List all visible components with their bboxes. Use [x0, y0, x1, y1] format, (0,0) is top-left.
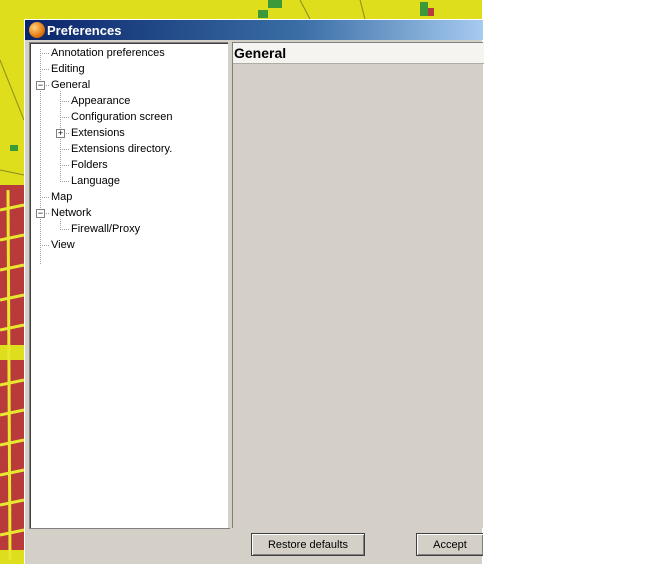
minus-box-icon[interactable]: −	[36, 209, 45, 218]
tree-item-firewall-proxy[interactable]: Firewall/Proxy	[71, 222, 140, 236]
title-bar[interactable]: Preferences	[25, 20, 483, 40]
restore-defaults-button[interactable]: Restore defaults	[251, 533, 365, 556]
content-header: General	[233, 43, 484, 64]
plus-box-icon[interactable]: +	[56, 129, 65, 138]
window-title: Preferences	[47, 23, 122, 38]
tree-item-extensions[interactable]: Extensions	[71, 126, 125, 140]
content-title: General	[234, 45, 287, 61]
minus-box-icon[interactable]: −	[36, 81, 45, 90]
tree-item-appearance[interactable]: Appearance	[71, 94, 130, 108]
content-panel: General	[232, 42, 484, 528]
tree-item-extensions-directory[interactable]: Extensions directory.	[71, 142, 172, 156]
tree-item-annotation-preferences[interactable]: Annotation preferences	[51, 46, 165, 60]
tree-item-configuration-screen[interactable]: Configuration screen	[71, 110, 173, 124]
accept-button[interactable]: Accept	[416, 533, 483, 556]
tree-item-map[interactable]: Map	[51, 190, 72, 204]
tree-item-editing[interactable]: Editing	[51, 62, 85, 76]
tree-item-language[interactable]: Language	[71, 174, 120, 188]
preferences-dialog: Preferences − + − Annotation preferences…	[24, 19, 484, 564]
preferences-tree[interactable]: − + − Annotation preferences Editing Gen…	[29, 42, 230, 529]
app-globe-icon	[29, 22, 45, 38]
tree-item-network[interactable]: Network	[51, 206, 91, 220]
tree-item-folders[interactable]: Folders	[71, 158, 108, 172]
tree-item-general[interactable]: General	[51, 78, 90, 92]
tree-item-view[interactable]: View	[51, 238, 75, 252]
